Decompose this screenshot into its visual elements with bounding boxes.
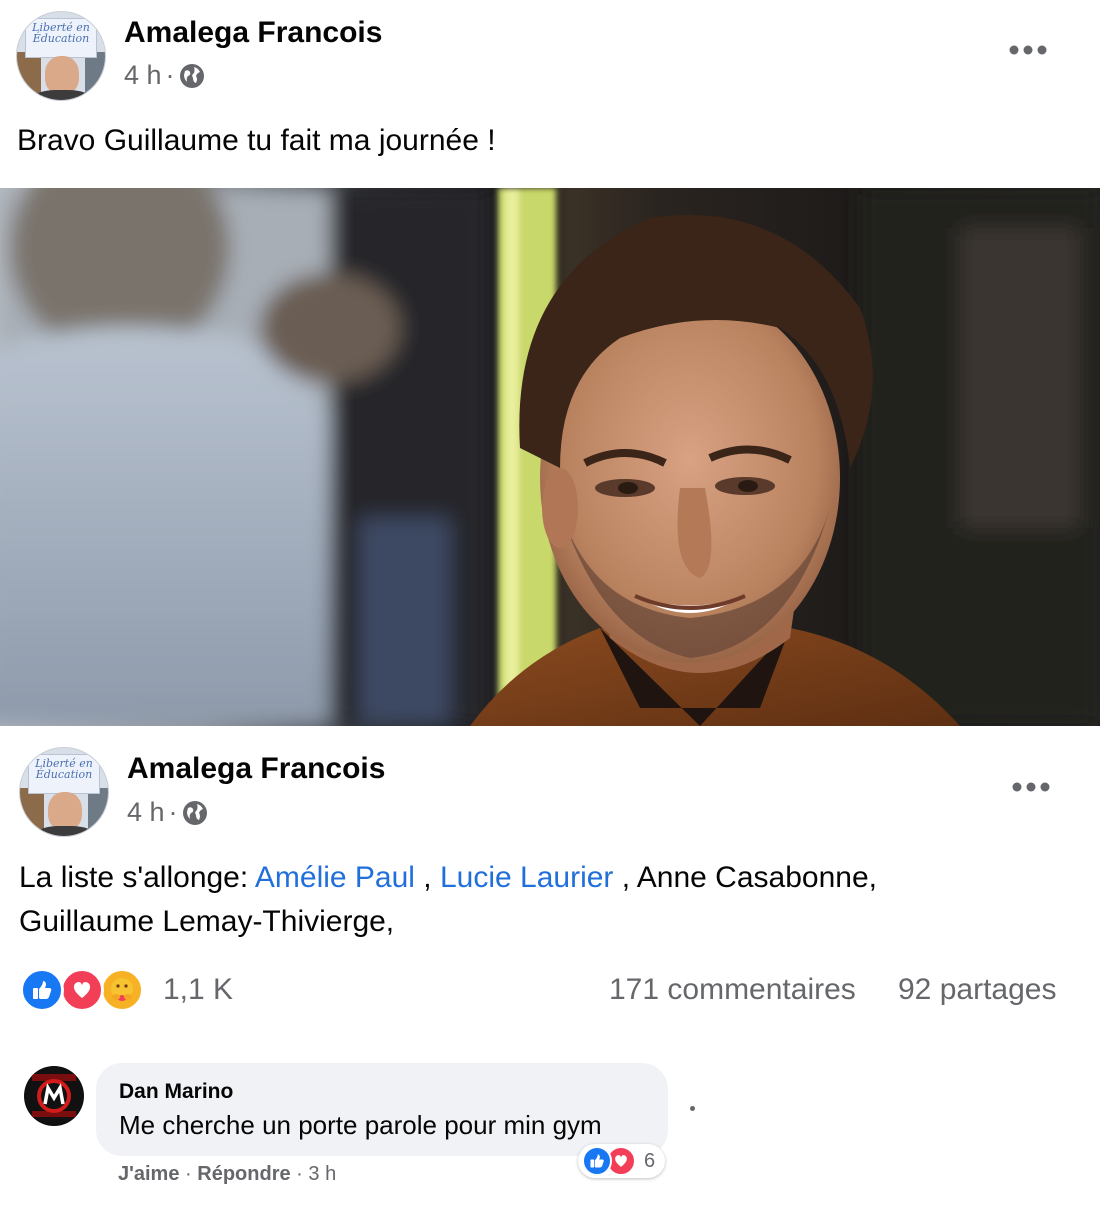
globe-icon	[179, 63, 205, 89]
action-separator: ·	[185, 1163, 192, 1185]
post-text: Bravo Guillaume tu fait ma journée !	[17, 124, 496, 157]
reaction-icons[interactable]	[20, 968, 152, 1012]
comment-like-button[interactable]: J'aime	[118, 1163, 179, 1185]
avatar-face	[45, 56, 79, 94]
reactions-count[interactable]: 1,1 K	[163, 973, 233, 1007]
post-time[interactable]: 4 h	[124, 60, 162, 91]
mention-link[interactable]: Amélie Paul	[255, 861, 415, 894]
post-text-intro: La liste s'allonge:	[19, 861, 255, 894]
comment-reply-button[interactable]: Répondre	[197, 1163, 290, 1185]
avatar-sign: Liberté en Éducation	[25, 18, 97, 58]
post-time[interactable]: 4 h	[127, 797, 165, 828]
like-reaction-icon	[582, 1146, 612, 1176]
author-name[interactable]: Amalega Francois	[124, 16, 382, 50]
globe-icon	[182, 800, 208, 826]
post-text-line2: Guillaume Lemay-Thivierge,	[19, 905, 395, 938]
comment-text: Me cherche un porte parole pour min gym	[119, 1110, 602, 1140]
avatar-shirt	[33, 90, 91, 100]
care-reaction-icon	[100, 968, 144, 1012]
action-separator: ·	[296, 1163, 303, 1185]
post-meta: 4 h ·	[127, 797, 208, 828]
commenter-name[interactable]: Dan Marino	[119, 1080, 233, 1104]
comment-reactions[interactable]: 6	[578, 1144, 666, 1178]
comment-actions: J'aime · Répondre · 3 h	[118, 1163, 336, 1186]
photo-illustration	[0, 188, 1100, 726]
avatar-shirt	[36, 826, 94, 836]
meta-separator: ·	[168, 797, 178, 827]
author-avatar[interactable]: Liberté en Éducation	[19, 747, 109, 837]
comment-time[interactable]: 3 h	[308, 1163, 336, 1185]
post-photo[interactable]	[0, 188, 1100, 726]
gym-logo-icon	[25, 1067, 83, 1125]
comments-count[interactable]: 171 commentaires	[609, 973, 856, 1007]
more-options-icon[interactable]	[1008, 40, 1048, 65]
comment-options-dot[interactable]	[690, 1106, 695, 1111]
mention-link[interactable]: Lucie Laurier	[440, 861, 613, 894]
author-name[interactable]: Amalega Francois	[127, 752, 385, 786]
like-reaction-icon	[20, 968, 64, 1012]
shares-count[interactable]: 92 partages	[898, 973, 1056, 1007]
post-text-separator: ,	[414, 861, 440, 894]
more-options-icon[interactable]	[1011, 777, 1051, 802]
post-meta: 4 h ·	[124, 60, 205, 91]
comment-reaction-count: 6	[644, 1149, 656, 1172]
post-text: La liste s'allonge: Amélie Paul , Lucie …	[19, 856, 1079, 944]
meta-separator: ·	[165, 60, 175, 90]
love-reaction-icon	[60, 968, 104, 1012]
post-text-rest: , Anne Casabonne,	[613, 861, 877, 894]
author-avatar[interactable]: Liberté en Éducation	[16, 11, 106, 101]
avatar-sign: Liberté en Éducation	[28, 754, 100, 794]
avatar-face	[48, 792, 82, 830]
commenter-avatar[interactable]	[24, 1066, 84, 1126]
